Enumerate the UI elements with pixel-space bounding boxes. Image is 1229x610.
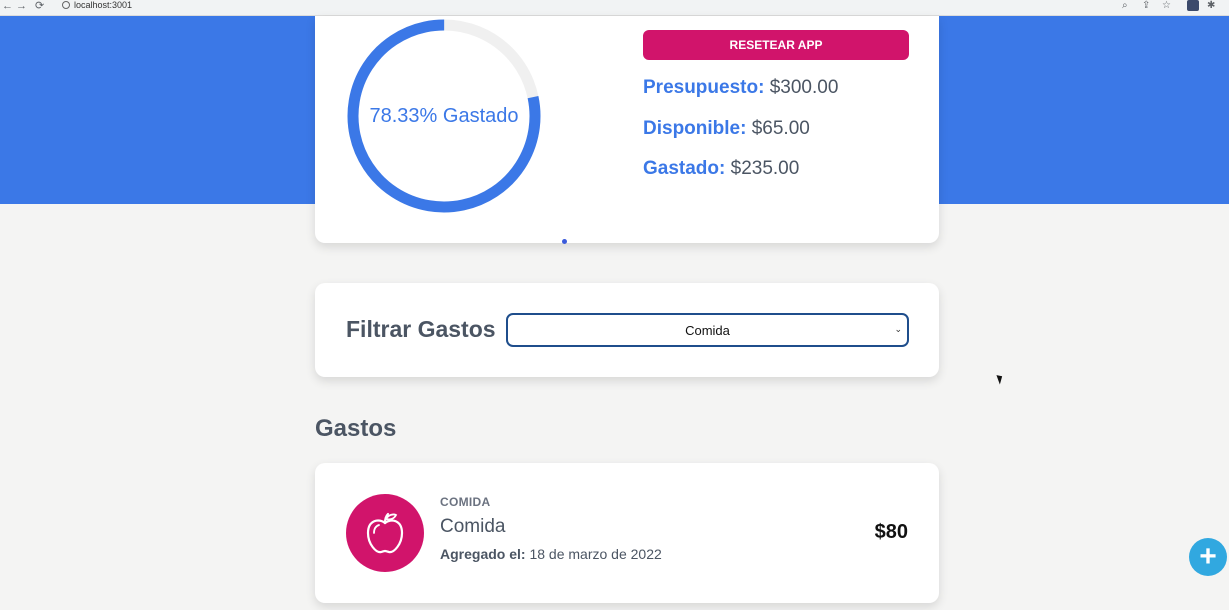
- apple-icon-svg: [366, 512, 404, 554]
- reset-app-button[interactable]: RESETEAR APP: [643, 30, 909, 60]
- filter-selected-value: Comida: [685, 322, 730, 338]
- budget-total-label: Presupuesto:: [643, 77, 765, 98]
- filter-card: Filtrar Gastos Comida ⌄: [315, 283, 939, 377]
- extensions-puzzle-icon[interactable]: ✱: [1207, 0, 1215, 11]
- expense-date: Agregado el: 18 de marzo de 2022: [440, 546, 662, 562]
- expense-amount: $80: [874, 521, 908, 543]
- zoom-icon[interactable]: ⌕: [1122, 0, 1128, 11]
- expenses-title: Gastos: [315, 415, 397, 442]
- budget-spent-value: $235.00: [730, 158, 800, 179]
- budget-card: 78.33% Gastado RESETEAR APP Presupuesto:…: [315, 16, 939, 244]
- expense-category: COMIDA: [440, 495, 491, 509]
- expense-name: Comida: [440, 516, 506, 537]
- browser-toolbar: ← → ⟳ localhost:3001 ⌕ ⇪ ☆ ✱: [0, 0, 1229, 16]
- back-icon[interactable]: ←: [2, 0, 13, 12]
- site-info-icon[interactable]: [62, 1, 70, 9]
- indicator-dot: [562, 239, 567, 244]
- budget-spent: Gastado: $235.00: [643, 158, 799, 180]
- expense-item[interactable]: COMIDA Comida Agregado el: 18 de marzo d…: [315, 463, 939, 603]
- add-expense-button[interactable]: +: [1189, 538, 1227, 576]
- chevron-down-icon: ⌄: [894, 324, 902, 334]
- expense-date-label: Agregado el:: [440, 546, 526, 562]
- bookmark-star-icon[interactable]: ☆: [1162, 0, 1171, 11]
- extension-badge-icon[interactable]: [1187, 0, 1199, 11]
- apple-icon: [346, 494, 424, 572]
- expense-date-value: 18 de marzo de 2022: [529, 546, 662, 562]
- mouse-cursor: [996, 373, 1005, 385]
- filter-category-select[interactable]: Comida ⌄: [506, 313, 909, 347]
- budget-available-label: Disponible:: [643, 118, 747, 139]
- progress-label: 78.33% Gastado: [369, 104, 519, 127]
- budget-available: Disponible: $65.00: [643, 118, 810, 140]
- forward-icon[interactable]: →: [16, 0, 27, 12]
- reload-icon[interactable]: ⟳: [35, 0, 44, 12]
- url-text: localhost:3001: [74, 0, 133, 10]
- budget-total: Presupuesto: $300.00: [643, 77, 838, 99]
- address-bar[interactable]: localhost:3001: [62, 0, 132, 10]
- filter-label: Filtrar Gastos: [346, 316, 496, 342]
- budget-spent-label: Gastado:: [643, 158, 726, 179]
- budget-available-value: $65.00: [751, 118, 810, 139]
- budget-total-value: $300.00: [769, 77, 839, 98]
- share-icon[interactable]: ⇪: [1142, 0, 1150, 11]
- progress-ring: 78.33% Gastado: [346, 18, 542, 214]
